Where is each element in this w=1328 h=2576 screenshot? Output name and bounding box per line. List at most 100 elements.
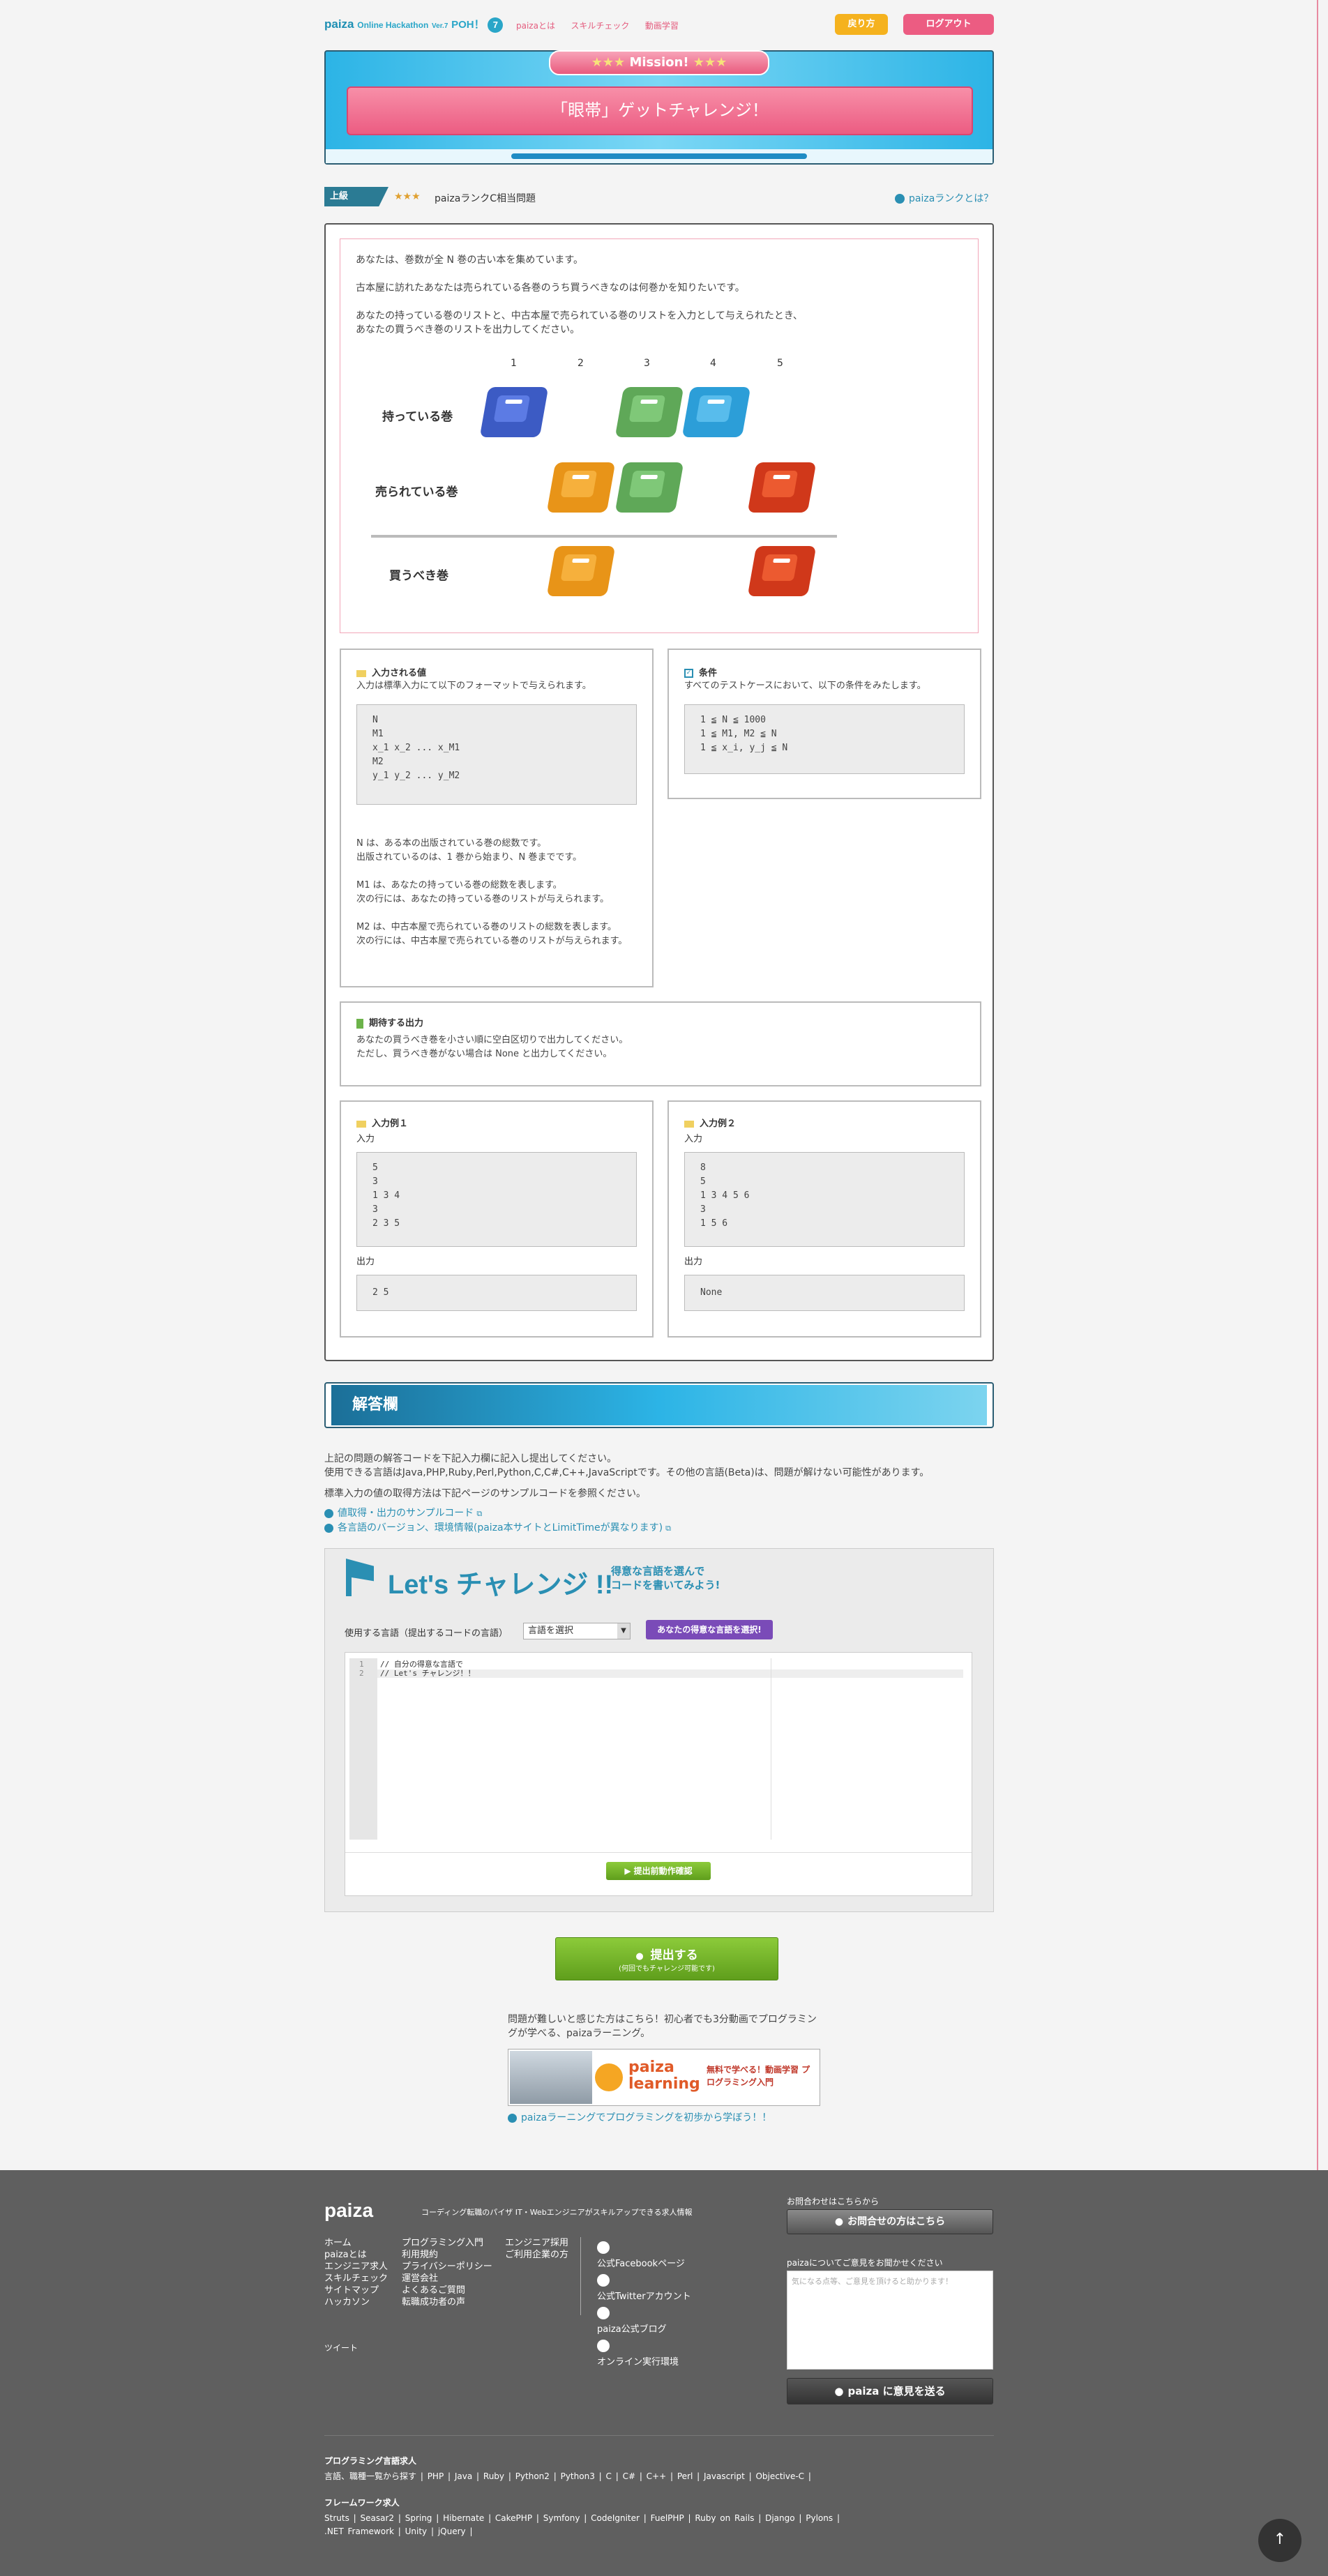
fw-link[interactable]: Seasar2 [361,2513,395,2523]
online-env-link[interactable]: オンライン実行環境 [597,2335,691,2368]
header-link-video[interactable]: 動画学習 [645,21,679,31]
lang-link[interactable]: C# [623,2471,635,2481]
lang-link[interactable]: PHP [428,2471,444,2481]
fw-link[interactable]: Django [765,2513,795,2523]
fw-link[interactable]: jQuery [438,2526,466,2536]
fw-link[interactable]: Ruby on Rails [695,2513,754,2523]
input-notes: N は、ある本の出版されている巻の総数です。 出版されているのは、1 巻から始ま… [356,837,635,948]
logo-ver: Ver.7 [432,22,448,30]
fw-link[interactable]: Hibernate [443,2513,484,2523]
fw-jobs-heading: フレームワーク求人 [324,2498,400,2508]
learning-link[interactable]: paizaラーニングでプログラミングを初歩から学ぼう！！ [508,2110,771,2124]
example2-icon [684,1120,694,1128]
favorite-language-button[interactable]: あなたの得意な言語を選択! [646,1620,773,1639]
language-select[interactable]: 言語を選択 ▼ [523,1623,631,1639]
sample-code-link[interactable]: 値取得・出力のサンプルコード ⧉ [324,1506,994,1521]
row-label-buy: 買うべき巻 [389,569,448,583]
footer-link[interactable]: よくあるご質問 [402,2285,492,2296]
footer-link[interactable]: エンジニア求人 [324,2261,388,2273]
fw-link[interactable]: FuelPHP [651,2513,684,2523]
send-opinion-button[interactable]: ● paiza に意見を送る [787,2378,993,2404]
code-editor[interactable]: 1 // 自分の得意な言語で 2 // Let's チャレンジ！！ ▶ 提出前動作確認 [345,1652,972,1896]
rank-desc: paizaランクC相当問題 [435,193,536,204]
lang-link[interactable]: Perl [677,2471,693,2481]
lang-link[interactable]: Python2 [515,2471,550,2481]
logo-main: paiza [324,17,354,31]
check-run-button[interactable]: ▶ 提出前動作確認 [606,1862,711,1880]
footer-link[interactable]: 利用規約 [402,2249,492,2261]
lang-link[interactable]: Javascript [704,2471,745,2481]
language-label: 使用する言語（提出するコードの言語） [345,1628,508,1639]
fw-link[interactable]: CodeIgniter [591,2513,640,2523]
footer-link[interactable]: サイトマップ [324,2285,388,2296]
facebook-link[interactable]: 公式Facebookページ [597,2237,691,2270]
code-icon [597,2339,610,2352]
fw-link[interactable]: Unity [405,2526,428,2536]
return-button[interactable]: 戻り方 [835,14,888,35]
line-gutter [349,1658,377,1840]
contact-button[interactable]: ● お問合せの方はこちら [787,2209,993,2234]
fw-link[interactable]: Pylons [806,2513,833,2523]
book-green-icon [614,462,684,513]
facebook-icon [597,2241,610,2254]
lang-version-link[interactable]: 各言語のバージョン、環境情報(paiza本サイトとLimitTimeが異なります… [324,1521,994,1536]
example2-output-block: None [684,1275,965,1311]
example1-output-label: 出力 [356,1257,375,1267]
lang-link[interactable]: C [606,2471,612,2481]
output-desc: あなたの買うべき巻を小さい順に空白区切りで出力してください。 ただし、買うべき巻… [356,1033,628,1061]
scroll-top-icon[interactable]: ↑ [1258,2519,1301,2562]
footer-link[interactable]: 運営会社 [402,2273,492,2285]
footer-social: 公式Facebookページ 公式Twitterアカウント paiza公式ブログ … [597,2237,691,2368]
example1-icon [356,1120,366,1128]
header: paiza Online Hackathon Ver.7 POH！ 7 paiz… [324,13,994,38]
volume-number: 3 [644,358,650,369]
circle-arrow-icon [324,1508,333,1518]
footer-link[interactable]: paizaとは [324,2249,388,2261]
lang-link[interactable]: Objective-C [755,2471,804,2481]
lang-link[interactable]: C++ [647,2471,667,2481]
fw-link[interactable]: Spring [405,2513,432,2523]
fw-link[interactable]: Struts [324,2513,349,2523]
volume-number: 1 [511,358,517,369]
lang-link[interactable]: Python3 [561,2471,595,2481]
fw-link[interactable]: .NET Framework [324,2526,394,2536]
submit-button[interactable]: ● 提出する (何回でもチャレンジ可能です) [555,1937,778,1980]
example2-output-label: 出力 [684,1257,703,1267]
input-section-heading: 入力される値 [356,665,426,679]
learning-banner[interactable]: paiza learning 無料で学べる！動画学習 プログラミング入門 [508,2049,820,2106]
footer-link[interactable]: ハッカソン [324,2296,388,2308]
volume-number: 5 [777,358,783,369]
problem-paragraph: あなたの持っている巻のリストと、中古本屋で売られている巻のリストを入力として与え… [356,310,803,321]
lang-link[interactable]: Java [455,2471,472,2481]
rank-about-link[interactable]: paizaランクとは？ [895,191,993,205]
footer-link[interactable]: 転職成功者の声 [402,2296,492,2308]
input-section-title: 入力される値 [372,668,427,679]
fw-link[interactable]: Symfony [543,2513,580,2523]
footer-logo[interactable]: paiza [324,2199,373,2222]
poh-logo[interactable]: paiza Online Hackathon Ver.7 POH！ 7 [324,17,504,33]
logo-number: 7 [488,17,504,33]
code-line: 1 // 自分の得意な言語で [359,1660,476,1669]
tweet-button[interactable]: ツイート [324,2342,358,2354]
footer-link[interactable]: ご利用企業の方 [505,2249,568,2261]
example1-title: 入力例１ [372,1119,409,1129]
banner-text: 無料で学べる！動画学習 プログラミング入門 [707,2065,810,2087]
footer-link[interactable]: スキルチェック [324,2273,388,2285]
footer-link[interactable]: エンジニア採用 [505,2237,568,2249]
twitter-link[interactable]: 公式Twitterアカウント [597,2270,691,2303]
header-link-about[interactable]: paizaとは [516,21,555,31]
editor-divider [345,1852,972,1853]
opinion-textarea[interactable]: 気になる点等、ご意見を頂けると助かります！ [787,2271,993,2370]
volume-number: 2 [578,358,584,369]
footer-link[interactable]: プログラミング入門 [402,2237,492,2249]
logout-button[interactable]: ログアウト [903,14,994,35]
flag-icon [346,1559,374,1596]
header-link-skillcheck[interactable]: スキルチェック [571,21,629,31]
lang-link[interactable]: Ruby [483,2471,504,2481]
lang-link[interactable]: 言語、職種一覧から探す [324,2471,416,2481]
footer-col2: プログラミング入門 利用規約 プライバシーポリシー 運営会社 よくあるご質問 転… [402,2237,492,2308]
fw-link[interactable]: CakePHP [495,2513,532,2523]
footer-link[interactable]: ホーム [324,2237,388,2249]
blog-link[interactable]: paiza公式ブログ [597,2303,691,2335]
footer-link[interactable]: プライバシーポリシー [402,2261,492,2273]
